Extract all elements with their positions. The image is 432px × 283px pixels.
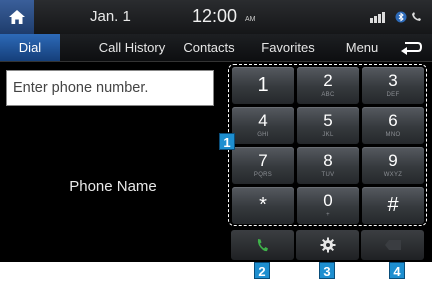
callout-3: 3 [319, 262, 335, 279]
key-4-letters: GHI [257, 132, 269, 138]
key-4-digit: 4 [258, 111, 268, 130]
key-4[interactable]: 4 GHI [232, 107, 294, 144]
key-6[interactable]: 6 MNO [362, 107, 424, 144]
phone-status-icon [412, 12, 421, 21]
key-hash-symbol: # [387, 194, 399, 216]
key-8-digit: 8 [323, 151, 333, 170]
settings-icon [320, 237, 335, 253]
back-icon[interactable] [396, 39, 424, 57]
key-8[interactable]: 8 TUV [297, 147, 359, 184]
key-5-digit: 5 [323, 111, 333, 130]
dial-screen: Jan. 1 12:00 AM Dial Call History Contac… [0, 0, 432, 262]
key-2-digit: 2 [323, 71, 333, 90]
key-6-digit: 6 [388, 111, 398, 130]
dial-keypad: 1 2 ABC 3 DEF 4 GHI 5 JKL 6 MNO 7 PQRS 8… [228, 64, 427, 226]
key-2-letters: ABC [321, 92, 335, 98]
tab-bar: Dial Call History Contacts Favorites Men… [0, 34, 432, 62]
key-star[interactable]: * [232, 187, 294, 224]
key-0[interactable]: 0 + [297, 187, 359, 224]
home-button[interactable] [0, 0, 34, 34]
tab-dial[interactable]: Dial [0, 34, 60, 61]
menu-button[interactable]: Menu [338, 34, 386, 61]
key-3-digit: 3 [388, 71, 398, 90]
key-5[interactable]: 5 JKL [297, 107, 359, 144]
status-ampm: AM [245, 16, 256, 23]
key-2[interactable]: 2 ABC [297, 67, 359, 104]
delete-button[interactable] [361, 230, 424, 260]
key-9-digit: 9 [388, 151, 398, 170]
key-0-digit: 0 [323, 191, 333, 210]
delete-icon [384, 240, 401, 250]
key-7-letters: PQRS [253, 172, 273, 178]
phone-number-input[interactable]: Enter phone number. [6, 70, 214, 106]
status-icons [370, 11, 424, 23]
key-star-symbol: * [259, 194, 267, 216]
settings-button[interactable] [296, 230, 359, 260]
key-1[interactable]: 1 [232, 67, 294, 104]
key-9-letters: WXYZ [383, 172, 403, 178]
tab-call-history[interactable]: Call History [86, 34, 178, 61]
status-bar: Jan. 1 12:00 AM [0, 0, 432, 34]
callout-1: 1 [219, 133, 235, 150]
tab-contacts[interactable]: Contacts [176, 34, 242, 61]
signal-icon [370, 12, 385, 23]
home-icon [9, 10, 25, 24]
tab-favorites[interactable]: Favorites [252, 34, 324, 61]
key-7[interactable]: 7 PQRS [232, 147, 294, 184]
phone-name-label: Phone Name [69, 178, 157, 195]
bluetooth-icon [395, 11, 407, 23]
key-hash[interactable]: # [362, 187, 424, 224]
call-icon [257, 239, 268, 252]
key-5-letters: JKL [322, 132, 334, 138]
status-time: 12:00 [192, 6, 238, 26]
key-1-digit: 1 [257, 74, 269, 96]
callout-2: 2 [254, 262, 270, 279]
key-0-plus: + [326, 212, 330, 218]
key-9[interactable]: 9 WXYZ [362, 147, 424, 184]
key-8-letters: TUV [321, 172, 335, 178]
key-7-digit: 7 [258, 151, 268, 170]
call-button[interactable] [231, 230, 294, 260]
status-date: Jan. 1 [90, 8, 131, 25]
key-3-letters: DEF [386, 92, 400, 98]
key-3[interactable]: 3 DEF [362, 67, 424, 104]
key-6-letters: MNO [385, 132, 401, 138]
callout-4: 4 [389, 262, 405, 279]
